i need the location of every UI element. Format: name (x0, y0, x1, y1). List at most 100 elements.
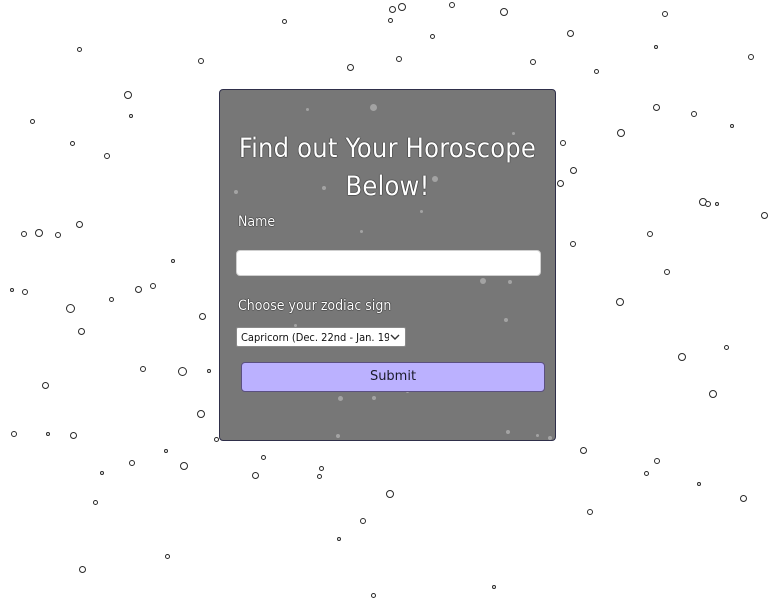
background-speck (705, 201, 711, 207)
background-speck (587, 509, 593, 515)
background-speck (317, 474, 322, 479)
background-speck (492, 585, 496, 589)
background-speck (178, 367, 187, 376)
background-speck (396, 56, 402, 62)
background-speck (21, 231, 27, 237)
background-speck (150, 283, 156, 289)
background-speck (709, 390, 717, 398)
background-speck (570, 167, 577, 174)
background-speck (70, 141, 75, 146)
background-speck (430, 34, 435, 39)
background-speck (617, 129, 625, 137)
zodiac-sign-select[interactable]: Capricorn (Dec. 22nd - Jan. 19th) (236, 327, 406, 347)
horoscope-card: Find out Your Horoscope Below! Name Choo… (219, 89, 556, 441)
background-speck (730, 124, 734, 128)
card-speck (360, 230, 363, 233)
background-speck (46, 432, 50, 436)
background-speck (715, 202, 719, 206)
background-speck (129, 460, 135, 466)
background-speck (616, 298, 624, 306)
submit-button[interactable]: Submit (241, 362, 545, 392)
background-speck (557, 180, 564, 187)
background-speck (724, 345, 729, 350)
background-speck (570, 241, 576, 247)
background-speck (654, 458, 660, 464)
background-speck (560, 140, 566, 146)
background-speck (109, 297, 114, 302)
card-speck (536, 434, 539, 437)
background-speck (104, 153, 110, 159)
card-speck (336, 434, 340, 438)
background-speck (761, 212, 768, 219)
background-speck (319, 466, 324, 471)
name-input[interactable] (236, 250, 541, 276)
background-speck (388, 18, 393, 23)
card-speck (508, 280, 512, 284)
background-speck (654, 45, 658, 49)
background-speck (697, 482, 701, 486)
background-speck (11, 431, 17, 437)
background-speck (164, 449, 168, 453)
background-speck (386, 490, 394, 498)
background-speck (644, 471, 649, 476)
background-speck (699, 198, 707, 206)
background-speck (22, 289, 28, 295)
background-speck (691, 111, 697, 117)
background-speck (398, 3, 406, 11)
background-speck (135, 286, 142, 293)
background-speck (197, 410, 205, 418)
background-speck (77, 47, 82, 52)
background-speck (79, 566, 86, 573)
background-speck (198, 58, 204, 64)
background-speck (165, 554, 170, 559)
background-speck (66, 304, 75, 313)
card-speck (338, 396, 343, 401)
background-speck (647, 231, 653, 237)
background-speck (199, 313, 206, 320)
zodiac-sign-label: Choose your zodiac sign (238, 298, 392, 314)
page-title: Find out Your Horoscope Below! (238, 133, 537, 202)
background-speck (78, 328, 85, 335)
background-speck (207, 369, 211, 373)
background-speck (124, 91, 132, 99)
background-speck (129, 114, 133, 118)
background-speck (748, 54, 754, 60)
background-speck (35, 229, 43, 237)
background-speck (347, 64, 354, 71)
background-speck (662, 11, 668, 17)
background-speck (449, 2, 455, 8)
card-speck (548, 436, 552, 440)
background-speck (567, 30, 574, 37)
background-speck (678, 353, 686, 361)
background-speck (42, 382, 49, 389)
background-speck (261, 455, 266, 460)
name-label: Name (238, 214, 276, 230)
background-speck (653, 104, 660, 111)
background-speck (55, 232, 61, 238)
card-speck (506, 430, 510, 434)
background-speck (93, 500, 98, 505)
zodiac-sign-selected-value: Capricorn (Dec. 22nd - Jan. 19th) (241, 330, 389, 344)
background-speck (180, 462, 188, 470)
background-speck (500, 8, 508, 16)
background-speck (70, 432, 77, 439)
background-speck (30, 119, 35, 124)
background-speck (100, 471, 104, 475)
background-speck (171, 259, 175, 263)
chevron-down-icon (389, 331, 401, 343)
card-speck (480, 278, 486, 284)
background-speck (530, 59, 536, 65)
background-speck (337, 537, 341, 541)
background-speck (282, 19, 287, 24)
background-speck (252, 472, 259, 479)
background-speck (360, 518, 366, 524)
background-speck (389, 6, 396, 13)
card-speck (370, 104, 377, 111)
background-speck (140, 366, 146, 372)
background-speck (594, 69, 599, 74)
background-speck (740, 495, 747, 502)
background-speck (10, 288, 14, 292)
card-speck (420, 210, 423, 213)
card-speck (372, 396, 376, 400)
card-speck (504, 318, 508, 322)
